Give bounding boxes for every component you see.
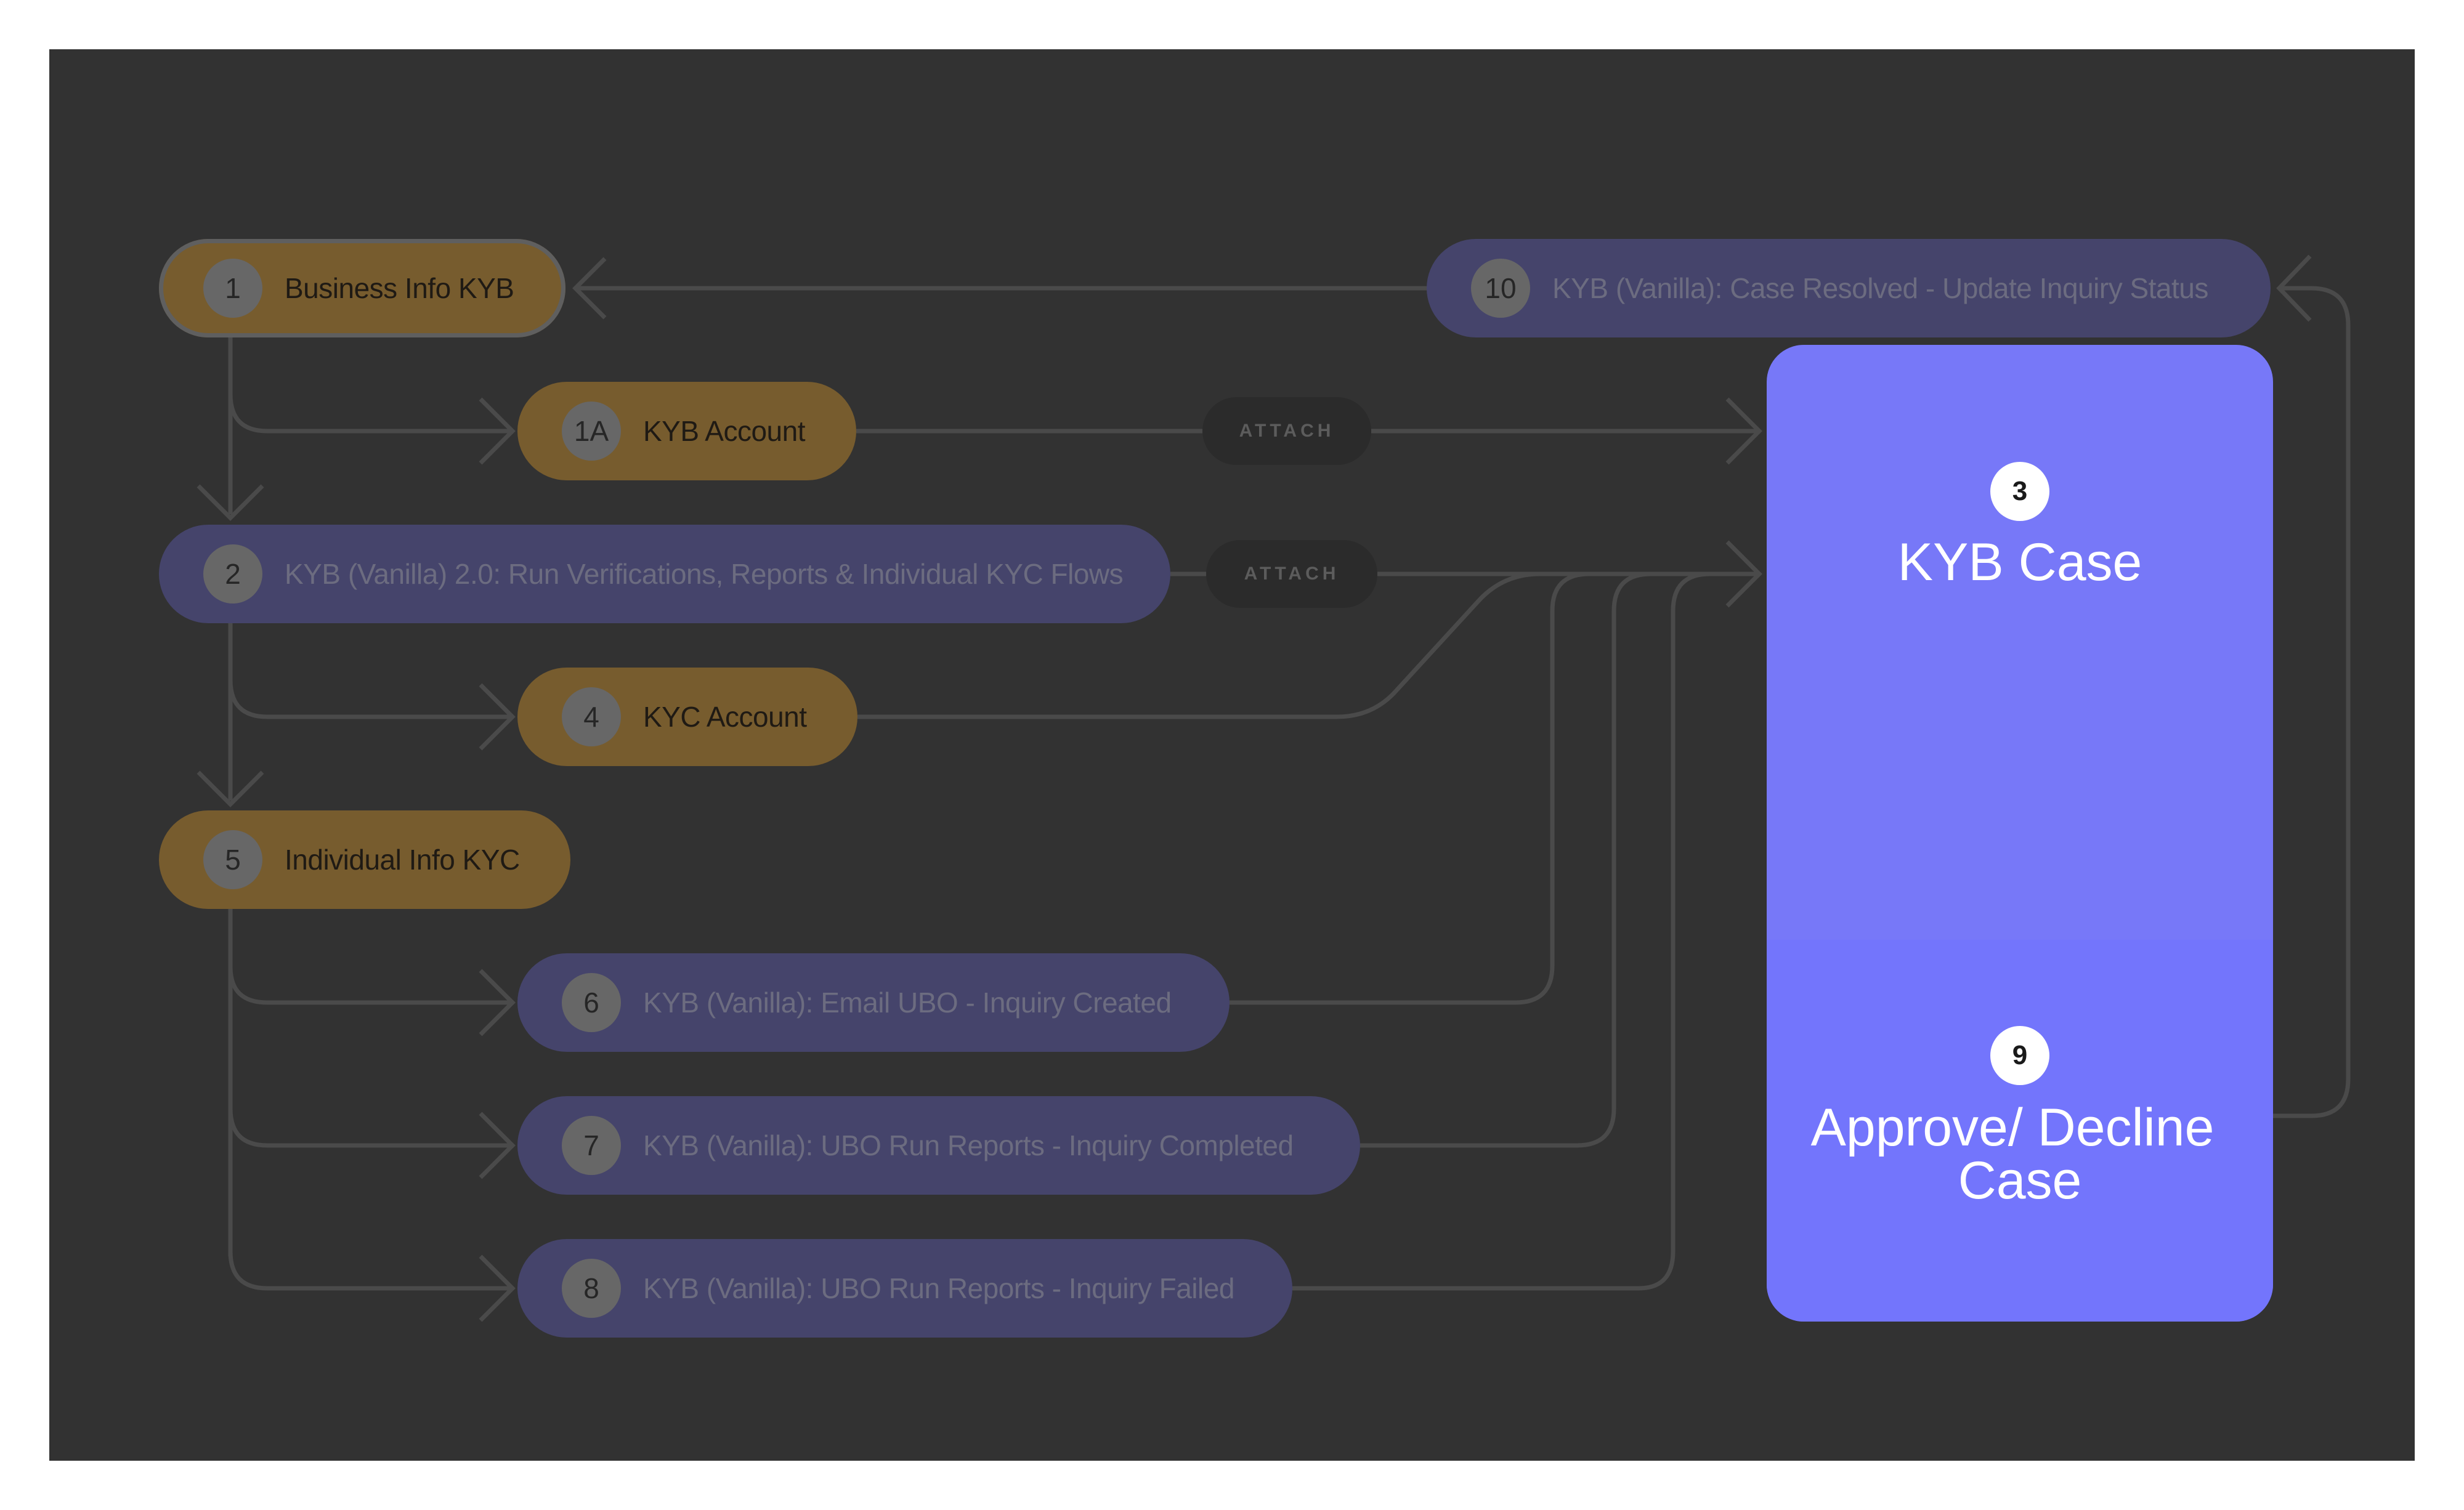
approve-decline-line2: Case <box>1958 1151 2082 1210</box>
step-number: 1 <box>203 259 262 318</box>
step-number: 10 <box>1471 259 1530 318</box>
node-label: Business Info KYB <box>285 272 514 304</box>
approve-decline-section[interactable]: 9 Approve/ Decline Case <box>1767 940 2273 1322</box>
step-badge-9: 9 <box>1990 1026 2049 1085</box>
node-label: KYC Account <box>643 701 807 733</box>
kyb-case-title: KYB Case <box>1897 533 2142 592</box>
branch-to-7 <box>228 1108 511 1148</box>
node-ubo-run-reports-failed[interactable]: 8 KYB (Vanilla): UBO Run Reports - Inqui… <box>517 1239 1292 1338</box>
link-6-to-case <box>1230 571 1590 1005</box>
node-kyb-vanilla-2-0[interactable]: 2 KYB (Vanilla) 2.0: Run Verifications, … <box>159 525 1170 623</box>
node-label: Individual Info KYC <box>285 844 520 876</box>
kyb-case-card[interactable]: 3 KYB Case 9 Approve/ Decline Case <box>1767 345 2273 1322</box>
step-number: 8 <box>562 1259 621 1318</box>
node-label: KYB (Vanilla) 2.0: Run Verifications, Re… <box>285 558 1124 590</box>
branch-to-6 <box>228 966 511 1005</box>
link-9-to-10 <box>2273 286 2351 1118</box>
step-badge-3: 3 <box>1990 462 2049 521</box>
attach-label-2: ATTACH <box>1206 540 1377 608</box>
branch-to-1a <box>228 394 511 434</box>
step-number: 1A <box>562 402 621 461</box>
node-label: KYB (Vanilla): Case Resolved - Update In… <box>1552 272 2208 304</box>
attach-label-1a: ATTACH <box>1202 397 1371 465</box>
node-label: KYB (Vanilla): UBO Run Reports - Inquiry… <box>643 1129 1294 1161</box>
node-case-resolved[interactable]: 10 KYB (Vanilla): Case Resolved - Update… <box>1427 239 2271 337</box>
branch-to-8 <box>228 1251 511 1291</box>
node-email-ubo[interactable]: 6 KYB (Vanilla): Email UBO - Inquiry Cre… <box>517 953 1230 1052</box>
node-individual-info-kyc[interactable]: 5 Individual Info KYC <box>159 810 570 909</box>
node-label: KYB (Vanilla): Email UBO - Inquiry Creat… <box>643 987 1172 1019</box>
node-label: KYB (Vanilla): UBO Run Reports - Inquiry… <box>643 1272 1234 1304</box>
branch-to-4 <box>228 679 511 719</box>
node-ubo-run-reports-completed[interactable]: 7 KYB (Vanilla): UBO Run Reports - Inqui… <box>517 1096 1360 1195</box>
step-number: 7 <box>562 1116 621 1175</box>
approve-decline-line1: Approve/ Decline <box>1810 1098 2215 1157</box>
node-label: KYB Account <box>643 415 806 447</box>
node-kyc-account[interactable]: 4 KYC Account <box>517 668 857 766</box>
step-number: 4 <box>562 687 621 746</box>
step-number: 5 <box>203 830 262 889</box>
node-kyb-account[interactable]: 1A KYB Account <box>517 382 856 480</box>
link-7-to-case <box>1360 571 1651 1148</box>
step-number: 2 <box>203 544 262 604</box>
step-number: 6 <box>562 973 621 1032</box>
link-8-to-case <box>1292 571 1711 1291</box>
node-business-info-kyb[interactable]: 1 Business Info KYB <box>159 239 565 337</box>
